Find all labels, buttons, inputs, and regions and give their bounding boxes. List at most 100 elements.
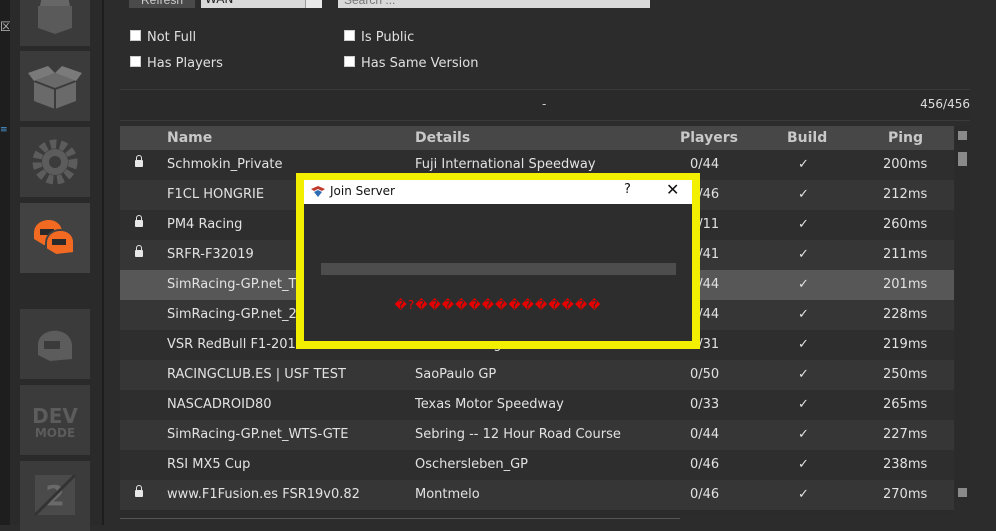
server-ping: 270ms bbox=[883, 487, 928, 502]
package-box-icon bbox=[28, 66, 82, 109]
sidebar-item-content[interactable] bbox=[20, 51, 90, 121]
server-ping: 227ms bbox=[883, 427, 928, 442]
status-bar: - 456/456 bbox=[120, 89, 970, 121]
has-players-label: Has Players bbox=[147, 56, 223, 71]
sidebar-item-dev-mode[interactable]: DEV MODE bbox=[20, 385, 90, 455]
server-players: 0/46 bbox=[690, 487, 720, 502]
server-build: ✓ bbox=[798, 307, 809, 322]
server-build: ✓ bbox=[798, 157, 809, 172]
dev-mode-bottom-text: MODE bbox=[35, 426, 75, 440]
server-players: 0/33 bbox=[690, 397, 720, 412]
network-select-arrow[interactable] bbox=[305, 0, 322, 8]
column-header-name[interactable]: Name bbox=[167, 130, 212, 146]
server-players: 0/46 bbox=[690, 457, 720, 472]
status-middle-text: - bbox=[542, 97, 547, 111]
column-header-details[interactable]: Details bbox=[415, 130, 470, 146]
not-full-label: Not Full bbox=[147, 30, 197, 45]
table-scrollbar[interactable] bbox=[955, 126, 970, 500]
server-ping: 250ms bbox=[883, 367, 928, 382]
sidebar-divider bbox=[102, 0, 104, 525]
table-row[interactable]: RSI MX5 Cup Oschersleben_GP 0/46 ✓ 238ms bbox=[120, 450, 954, 480]
column-header-build[interactable]: Build bbox=[787, 130, 827, 146]
server-build: ✓ bbox=[798, 367, 809, 382]
bottom-divider bbox=[120, 518, 680, 519]
close-button[interactable]: ✕ bbox=[666, 180, 679, 199]
server-name: RSI MX5 Cup bbox=[167, 457, 251, 472]
window-edge bbox=[0, 0, 10, 525]
multiplayer-helmets-icon bbox=[34, 219, 75, 257]
server-build: ✓ bbox=[798, 247, 809, 262]
server-build: ✓ bbox=[798, 187, 809, 202]
server-name: PM4 Racing bbox=[167, 217, 243, 232]
dev-mode-top-text: DEV bbox=[32, 404, 78, 428]
server-ping: 228ms bbox=[883, 307, 928, 322]
server-details: Montmelo bbox=[415, 487, 480, 502]
dialog-title: Join Server bbox=[330, 184, 395, 198]
dev-mode-icon: DEV MODE bbox=[32, 404, 78, 440]
sidebar-item-career[interactable] bbox=[20, 309, 90, 379]
refresh-button[interactable]: Refresh bbox=[129, 0, 195, 8]
server-build: ✓ bbox=[798, 277, 809, 292]
network-select[interactable]: WAN bbox=[201, 0, 305, 8]
table-header: Name Details Players Build Ping bbox=[120, 126, 954, 150]
lock-icon bbox=[135, 245, 143, 257]
not-full-checkbox[interactable] bbox=[130, 30, 141, 41]
is-public-checkbox[interactable] bbox=[344, 30, 355, 41]
table-row[interactable]: SimRacing-GP.net_WTS-GTE Sebring -- 12 Ho… bbox=[120, 420, 954, 450]
server-ping: 212ms bbox=[883, 187, 928, 202]
server-build: ✓ bbox=[798, 487, 809, 502]
filter-not-full[interactable]: Not Full bbox=[130, 30, 196, 45]
join-server-dialog: Join Server ? ✕ �?�������������� bbox=[304, 180, 692, 341]
server-name: SimRacing-GP.net_WTS-GTE bbox=[167, 427, 349, 442]
edge-mark: ≡ bbox=[0, 125, 8, 135]
app-logo-icon bbox=[311, 186, 325, 197]
dialog-titlebar[interactable]: Join Server ? ✕ bbox=[304, 180, 692, 204]
server-ping: 211ms bbox=[883, 247, 928, 262]
sidebar-item-multiplayer[interactable] bbox=[20, 203, 90, 273]
scroll-up-button[interactable] bbox=[958, 131, 967, 140]
filter-has-same-version[interactable]: Has Same Version bbox=[344, 56, 478, 71]
server-players: 0/44 bbox=[690, 157, 720, 172]
sidebar-item-version[interactable]: 2 bbox=[20, 461, 90, 531]
column-header-players[interactable]: Players bbox=[680, 130, 738, 146]
scroll-thumb[interactable] bbox=[958, 152, 967, 166]
has-players-checkbox[interactable] bbox=[130, 56, 141, 67]
server-details: Sebring -- 12 Hour Road Course bbox=[415, 427, 621, 442]
server-name: RACINGCLUB.ES | USF TEST bbox=[167, 367, 346, 382]
join-progress-bar bbox=[321, 263, 676, 275]
filter-has-players[interactable]: Has Players bbox=[130, 56, 223, 71]
lock-icon bbox=[135, 155, 143, 167]
server-name: F1CL HONGRIE bbox=[167, 187, 265, 202]
server-details: Fuji International Speedway bbox=[415, 157, 596, 172]
table-row[interactable]: www.F1Fusion.es FSR19v0.82 Montmelo 0/46 ✓ 2… bbox=[120, 480, 954, 510]
table-row[interactable]: NASCADROID80 Texas Motor Speedway 0/33 ✓ 265… bbox=[120, 390, 954, 420]
server-details: Oschersleben_GP bbox=[415, 457, 529, 472]
has-same-version-checkbox[interactable] bbox=[344, 56, 355, 67]
sidebar-item-settings[interactable] bbox=[20, 127, 90, 197]
server-build: ✓ bbox=[798, 217, 809, 232]
help-button[interactable]: ? bbox=[624, 182, 631, 197]
server-name: SimRacing-GP.net_TR bbox=[167, 277, 306, 292]
server-details: Texas Motor Speedway bbox=[415, 397, 564, 412]
server-details: SaoPaulo GP bbox=[415, 367, 497, 382]
server-count: 456/456 bbox=[920, 97, 970, 111]
filter-is-public[interactable]: Is Public bbox=[344, 30, 414, 45]
scroll-down-button[interactable] bbox=[958, 488, 967, 497]
server-ping: 238ms bbox=[883, 457, 928, 472]
server-build: ✓ bbox=[798, 427, 809, 442]
server-name: SimRacing-GP.net_24 bbox=[167, 307, 306, 322]
server-ping: 265ms bbox=[883, 397, 928, 412]
table-row[interactable]: RACINGCLUB.ES | USF TEST SaoPaulo GP 0/50 ✓… bbox=[120, 360, 954, 390]
server-name: NASCADROID80 bbox=[167, 397, 272, 412]
dialog-message: �?�������������� bbox=[394, 298, 602, 312]
search-input[interactable] bbox=[338, 0, 650, 8]
version-2-icon: 2 bbox=[33, 473, 77, 517]
helmet-icon bbox=[38, 330, 72, 361]
server-name: SRFR-F32019 bbox=[167, 247, 254, 262]
sidebar: DEV MODE 2 bbox=[10, 0, 102, 531]
is-public-label: Is Public bbox=[361, 30, 415, 45]
helmet-stand-icon bbox=[38, 0, 72, 34]
column-header-ping[interactable]: Ping bbox=[888, 130, 923, 146]
server-ping: 260ms bbox=[883, 217, 928, 232]
sidebar-item-drive[interactable] bbox=[20, 0, 90, 46]
